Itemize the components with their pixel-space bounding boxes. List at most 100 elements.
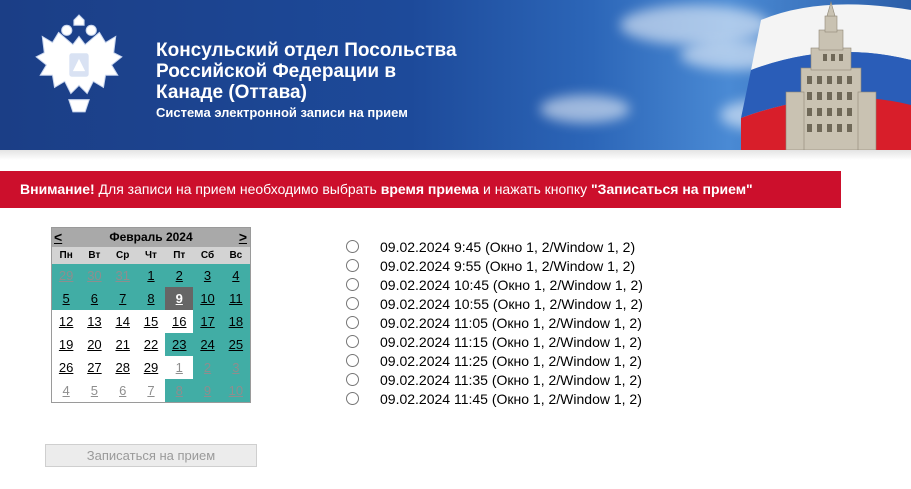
calendar-day[interactable]: 2 <box>193 356 222 379</box>
calendar-day[interactable]: 12 <box>52 310 81 333</box>
time-slot-option[interactable]: 09.02.2024 11:25 (Окно 1, 2/Window 1, 2) <box>346 351 643 370</box>
calendar-day-label[interactable]: 29 <box>144 360 158 375</box>
time-slot-radio[interactable] <box>346 392 359 405</box>
calendar-day[interactable]: 11 <box>221 287 250 310</box>
calendar-day-label[interactable]: 31 <box>115 268 129 283</box>
time-slot-option[interactable]: 09.02.2024 9:45 (Окно 1, 2/Window 1, 2) <box>346 237 643 256</box>
time-slot-label[interactable]: 09.02.2024 9:45 (Окно 1, 2/Window 1, 2) <box>380 239 635 255</box>
calendar-day-label[interactable]: 5 <box>63 291 70 306</box>
calendar-day-label[interactable]: 7 <box>119 291 126 306</box>
calendar-day[interactable]: 6 <box>80 287 109 310</box>
calendar-day[interactable]: 5 <box>52 287 81 310</box>
time-slot-radio[interactable] <box>346 354 359 367</box>
calendar-day-label[interactable]: 1 <box>176 360 183 375</box>
calendar-day-label[interactable]: 4 <box>63 383 70 398</box>
calendar-day[interactable]: 15 <box>136 310 166 333</box>
calendar-day[interactable]: 8 <box>136 287 166 310</box>
calendar-day[interactable]: 4 <box>221 264 250 287</box>
calendar-day-label[interactable]: 8 <box>176 383 183 398</box>
time-slot-label[interactable]: 09.02.2024 10:55 (Окно 1, 2/Window 1, 2) <box>380 296 643 312</box>
calendar-prev-month-button[interactable]: < <box>54 228 62 247</box>
calendar-day-label[interactable]: 6 <box>91 291 98 306</box>
calendar-day-label[interactable]: 14 <box>115 314 129 329</box>
calendar-day-label[interactable]: 12 <box>59 314 73 329</box>
time-slot-label[interactable]: 09.02.2024 11:05 (Окно 1, 2/Window 1, 2) <box>380 315 642 331</box>
calendar-day-label[interactable]: 2 <box>204 360 211 375</box>
time-slot-label[interactable]: 09.02.2024 9:55 (Окно 1, 2/Window 1, 2) <box>380 258 635 274</box>
calendar-day-label[interactable]: 28 <box>115 360 129 375</box>
calendar-day-label[interactable]: 19 <box>59 337 73 352</box>
calendar-day[interactable]: 9 <box>193 379 222 402</box>
calendar-day-label[interactable]: 23 <box>172 337 186 352</box>
calendar-day-selected[interactable]: 9 <box>165 287 194 310</box>
calendar-day-label[interactable]: 9 <box>204 383 211 398</box>
calendar-day[interactable]: 2 <box>165 264 194 287</box>
calendar-day[interactable]: 10 <box>221 379 250 402</box>
time-slot-label[interactable]: 09.02.2024 11:25 (Окно 1, 2/Window 1, 2) <box>380 353 642 369</box>
calendar-day[interactable]: 6 <box>108 379 137 402</box>
calendar-day-label[interactable]: 2 <box>176 268 183 283</box>
time-slot-option[interactable]: 09.02.2024 11:15 (Окно 1, 2/Window 1, 2) <box>346 332 643 351</box>
time-slot-option[interactable]: 09.02.2024 10:55 (Окно 1, 2/Window 1, 2) <box>346 294 643 313</box>
time-slot-label[interactable]: 09.02.2024 10:45 (Окно 1, 2/Window 1, 2) <box>380 277 643 293</box>
calendar-day-label[interactable]: 3 <box>232 360 239 375</box>
calendar-day[interactable]: 24 <box>193 333 222 356</box>
calendar-day[interactable]: 29 <box>52 264 81 287</box>
calendar-day-label[interactable]: 5 <box>91 383 98 398</box>
time-slot-option[interactable]: 09.02.2024 10:45 (Окно 1, 2/Window 1, 2) <box>346 275 643 294</box>
time-slot-label[interactable]: 09.02.2024 11:45 (Окно 1, 2/Window 1, 2) <box>380 391 642 407</box>
calendar-day-label[interactable]: 21 <box>115 337 129 352</box>
time-slot-option[interactable]: 09.02.2024 11:35 (Окно 1, 2/Window 1, 2) <box>346 370 643 389</box>
calendar-day-label[interactable]: 26 <box>59 360 73 375</box>
calendar-day[interactable]: 30 <box>80 264 109 287</box>
calendar-day-label[interactable]: 24 <box>200 337 214 352</box>
book-appointment-button[interactable]: Записаться на прием <box>45 444 257 467</box>
calendar-day-label[interactable]: 10 <box>229 383 243 398</box>
calendar-day[interactable]: 31 <box>108 264 137 287</box>
calendar-day-label[interactable]: 29 <box>59 268 73 283</box>
time-slot-radio[interactable] <box>346 335 359 348</box>
calendar-day[interactable]: 20 <box>80 333 109 356</box>
calendar-day-label[interactable]: 27 <box>87 360 101 375</box>
calendar-day[interactable]: 16 <box>165 310 194 333</box>
calendar-day[interactable]: 3 <box>193 264 222 287</box>
calendar-day-label[interactable]: 10 <box>200 291 214 306</box>
time-slot-radio[interactable] <box>346 278 359 291</box>
calendar-day[interactable]: 22 <box>136 333 166 356</box>
calendar-day[interactable]: 25 <box>221 333 250 356</box>
calendar-day[interactable]: 13 <box>80 310 109 333</box>
calendar-day-label[interactable]: 25 <box>229 337 243 352</box>
calendar-day-label[interactable]: 30 <box>87 268 101 283</box>
calendar-day-label[interactable]: 4 <box>232 268 239 283</box>
calendar-day-label[interactable]: 16 <box>172 314 186 329</box>
calendar-day[interactable]: 29 <box>136 356 166 379</box>
calendar-day[interactable]: 23 <box>165 333 194 356</box>
calendar-day-label[interactable]: 15 <box>144 314 158 329</box>
calendar-day-label[interactable]: 11 <box>229 291 243 306</box>
calendar-day-label[interactable]: 22 <box>144 337 158 352</box>
calendar-day[interactable]: 1 <box>136 264 166 287</box>
calendar-day[interactable]: 19 <box>52 333 81 356</box>
calendar-day[interactable]: 10 <box>193 287 222 310</box>
calendar-day-label[interactable]: 8 <box>147 291 154 306</box>
calendar-day-label[interactable]: 1 <box>147 268 154 283</box>
time-slot-radio[interactable] <box>346 373 359 386</box>
time-slot-option[interactable]: 09.02.2024 11:05 (Окно 1, 2/Window 1, 2) <box>346 313 643 332</box>
time-slot-option[interactable]: 09.02.2024 9:55 (Окно 1, 2/Window 1, 2) <box>346 256 643 275</box>
calendar-day[interactable]: 21 <box>108 333 137 356</box>
calendar-day-label[interactable]: 20 <box>87 337 101 352</box>
calendar-day-label[interactable]: 18 <box>229 314 243 329</box>
calendar-day[interactable]: 14 <box>108 310 137 333</box>
calendar-day[interactable]: 3 <box>221 356 250 379</box>
time-slot-radio[interactable] <box>346 240 359 253</box>
calendar-day-label[interactable]: 6 <box>119 383 126 398</box>
calendar-day[interactable]: 1 <box>165 356 194 379</box>
calendar-day[interactable]: 18 <box>221 310 250 333</box>
time-slot-radio[interactable] <box>346 259 359 272</box>
time-slot-radio[interactable] <box>346 297 359 310</box>
calendar-day[interactable]: 28 <box>108 356 137 379</box>
calendar-day-label[interactable]: 7 <box>147 383 154 398</box>
calendar-day[interactable]: 7 <box>136 379 166 402</box>
time-slot-option[interactable]: 09.02.2024 11:45 (Окно 1, 2/Window 1, 2) <box>346 389 643 408</box>
calendar-day-label[interactable]: 3 <box>204 268 211 283</box>
